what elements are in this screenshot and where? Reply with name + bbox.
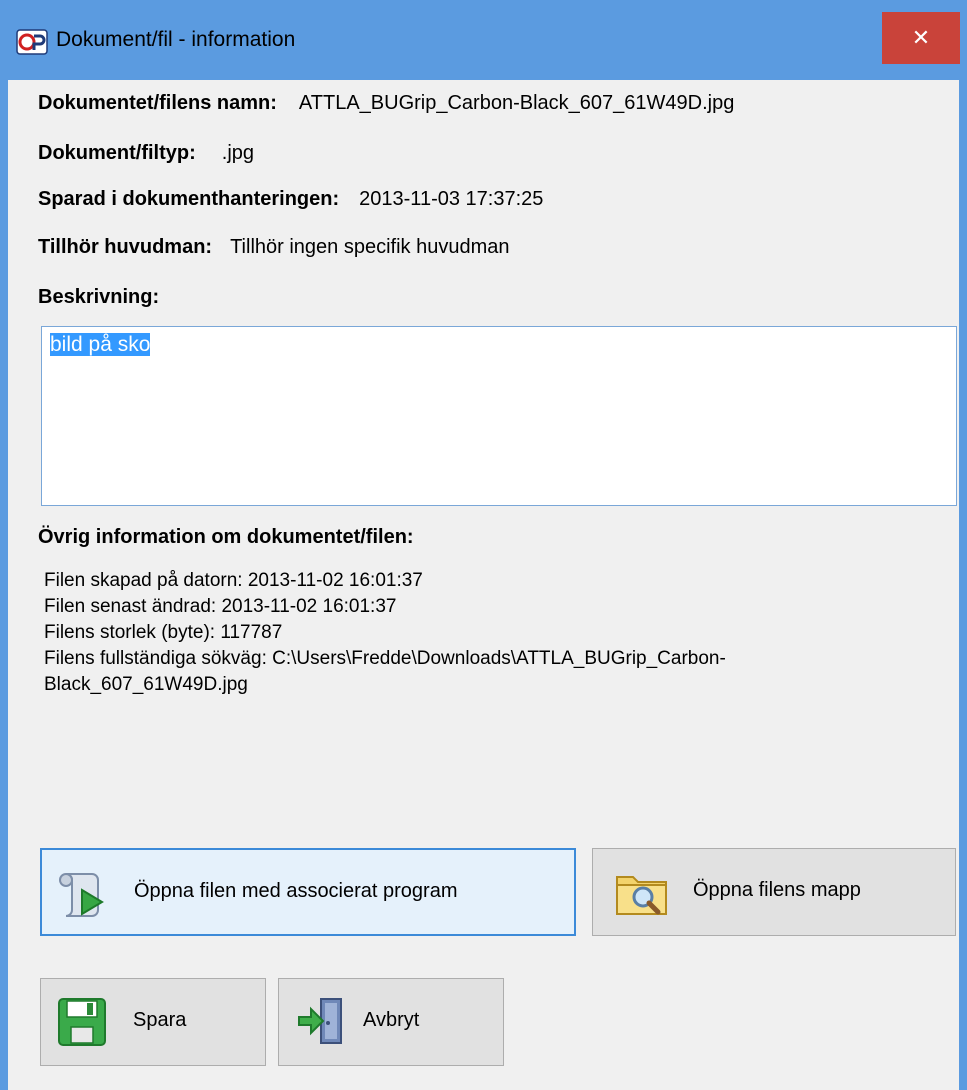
file-name-row: Dokumentet/filens namn: ATTLA_BUGrip_Carb…	[38, 92, 734, 115]
file-size-text: Filens storlek (byte): 117787	[44, 622, 283, 643]
description-textarea[interactable]: bild på sko	[41, 326, 957, 506]
file-path-text-line1: Filens fullständiga sökväg: C:\Users\Fre…	[44, 648, 726, 669]
open-with-program-label: Öppna filen med associerat program	[134, 880, 458, 902]
file-name-value: ATTLA_BUGrip_Carbon-Black_607_61W49D.jpg	[298, 92, 735, 114]
other-info-heading: Övrig information om dokumentet/filen:	[38, 526, 414, 548]
exit-door-icon	[295, 995, 347, 1053]
scroll-play-icon	[56, 868, 112, 926]
other-info-list: Filen skapad på datorn: 2013-11-02 16:01…	[44, 568, 944, 698]
document-info-window: Dokument/fil - information ✕ Dokumentet/…	[0, 0, 967, 1090]
folder-magnifier-icon	[615, 867, 671, 923]
saved-date-row: Sparad i dokumenthanteringen: 2013-11-03 …	[38, 188, 543, 211]
save-button[interactable]: Spara	[40, 978, 266, 1066]
owner-value: Tillhör ingen specifik huvudman	[230, 236, 510, 258]
other-info-heading-row: Övrig information om dokumentet/filen:	[38, 526, 414, 549]
open-folder-button[interactable]: Öppna filens mapp	[592, 848, 956, 936]
close-icon: ✕	[911, 25, 931, 50]
modified-date-text: Filen senast ändrad: 2013-11-02 16:01:37	[44, 596, 397, 617]
owner-row: Tillhör huvudman: Tillhör ingen specifik …	[38, 236, 509, 259]
title-bar[interactable]: Dokument/fil - information ✕	[0, 0, 967, 80]
open-folder-label: Öppna filens mapp	[693, 879, 861, 901]
floppy-disk-icon	[57, 997, 107, 1053]
file-type-value: .jpg	[221, 142, 255, 164]
file-type-label: Dokument/filtyp:	[38, 142, 196, 164]
saved-date-value: 2013-11-03 17:37:25	[359, 188, 544, 210]
app-logo-icon	[16, 28, 48, 56]
owner-label: Tillhör huvudman:	[38, 236, 213, 258]
window-title: Dokument/fil - information	[56, 28, 296, 51]
open-with-program-button[interactable]: Öppna filen med associerat program	[40, 848, 576, 936]
close-button[interactable]: ✕	[882, 12, 960, 64]
description-label: Beskrivning:	[38, 286, 160, 308]
save-label: Spara	[133, 1009, 187, 1031]
cancel-label: Avbryt	[363, 1009, 420, 1031]
cancel-button[interactable]: Avbryt	[278, 978, 504, 1066]
description-label-row: Beskrivning:	[38, 286, 159, 309]
created-date-text: Filen skapad på datorn: 2013-11-02 16:01…	[44, 570, 423, 591]
file-path-text-line2: Black_607_61W49D.jpg	[44, 674, 248, 695]
file-type-row: Dokument/filtyp: .jpg	[38, 142, 254, 165]
saved-date-label: Sparad i dokumenthanteringen:	[38, 188, 340, 210]
description-text: bild på sko	[50, 333, 151, 356]
file-name-label: Dokumentet/filens namn:	[38, 92, 277, 114]
